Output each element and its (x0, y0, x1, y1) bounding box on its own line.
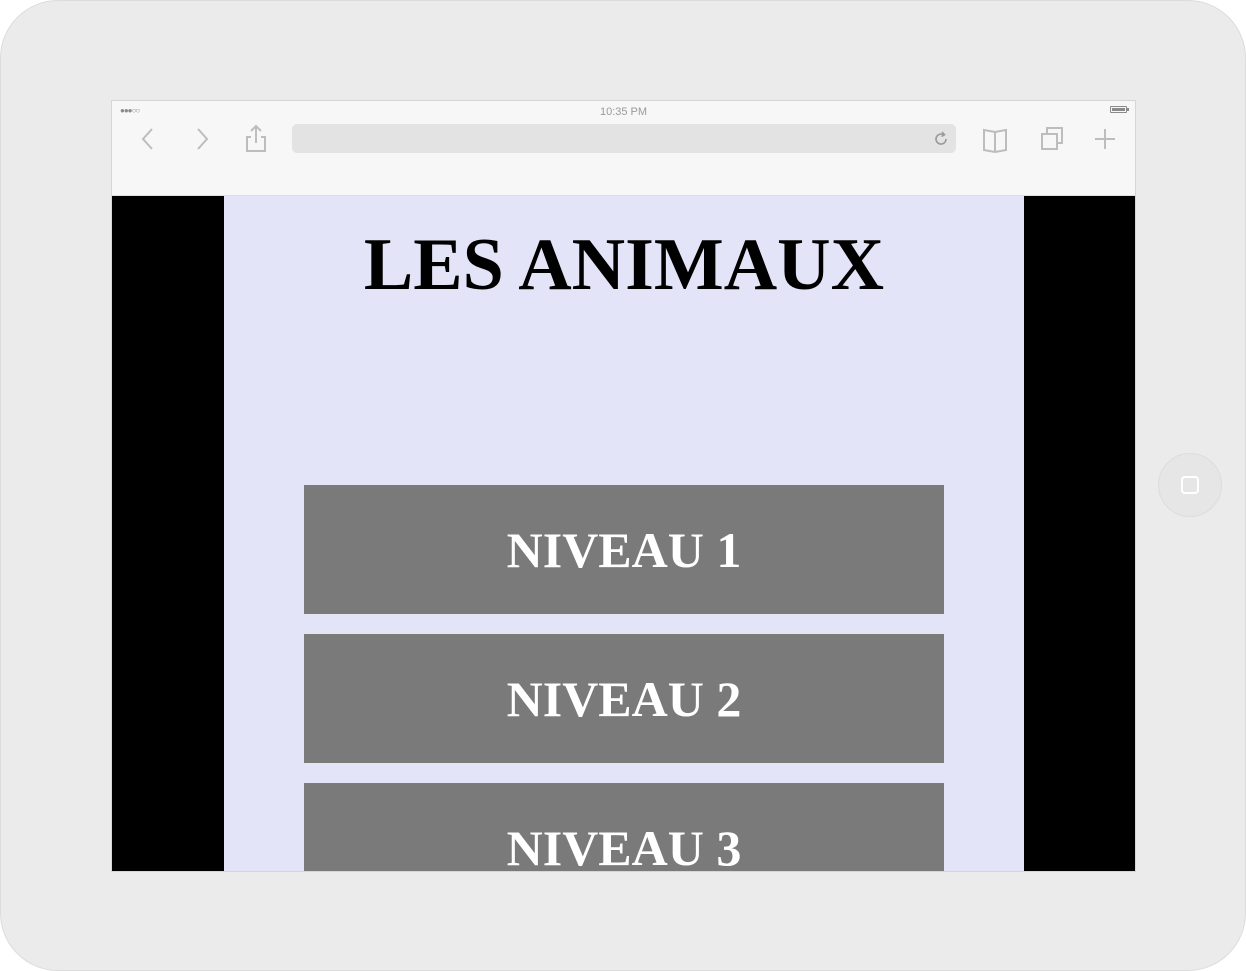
game-page: LES ANIMAUX NIVEAU 1 NIVEAU 2 NIVEAU 3 (224, 196, 1024, 872)
reload-icon[interactable] (932, 130, 950, 148)
forward-icon[interactable] (188, 123, 216, 155)
level-1-label: NIVEAU 1 (506, 521, 742, 578)
level-2-button[interactable]: NIVEAU 2 (304, 634, 944, 763)
bookmarks-icon[interactable] (981, 123, 1009, 155)
tabs-icon[interactable] (1038, 123, 1066, 155)
home-square-icon (1181, 476, 1199, 494)
back-icon[interactable] (134, 123, 162, 155)
level-2-label: NIVEAU 2 (506, 670, 742, 727)
level-1-button[interactable]: NIVEAU 1 (304, 485, 944, 614)
browser-toolbar: ●●●○○ 10:35 PM (112, 101, 1135, 196)
tablet-frame: ●●●○○ 10:35 PM LES ANIMAUX NIVEAU 1 NIVE… (0, 0, 1246, 971)
share-icon[interactable] (242, 123, 270, 155)
level-3-label: NIVEAU 3 (506, 819, 742, 872)
battery-icon (1110, 106, 1129, 113)
new-tab-icon[interactable] (1091, 123, 1119, 155)
screen: ●●●○○ 10:35 PM LES ANIMAUX NIVEAU 1 NIVE… (111, 100, 1136, 872)
address-bar[interactable] (292, 124, 956, 153)
status-time: 10:35 PM (599, 106, 648, 118)
home-button[interactable] (1158, 453, 1222, 517)
page-title: LES ANIMAUX (363, 224, 885, 306)
level-3-button[interactable]: NIVEAU 3 (304, 783, 944, 872)
